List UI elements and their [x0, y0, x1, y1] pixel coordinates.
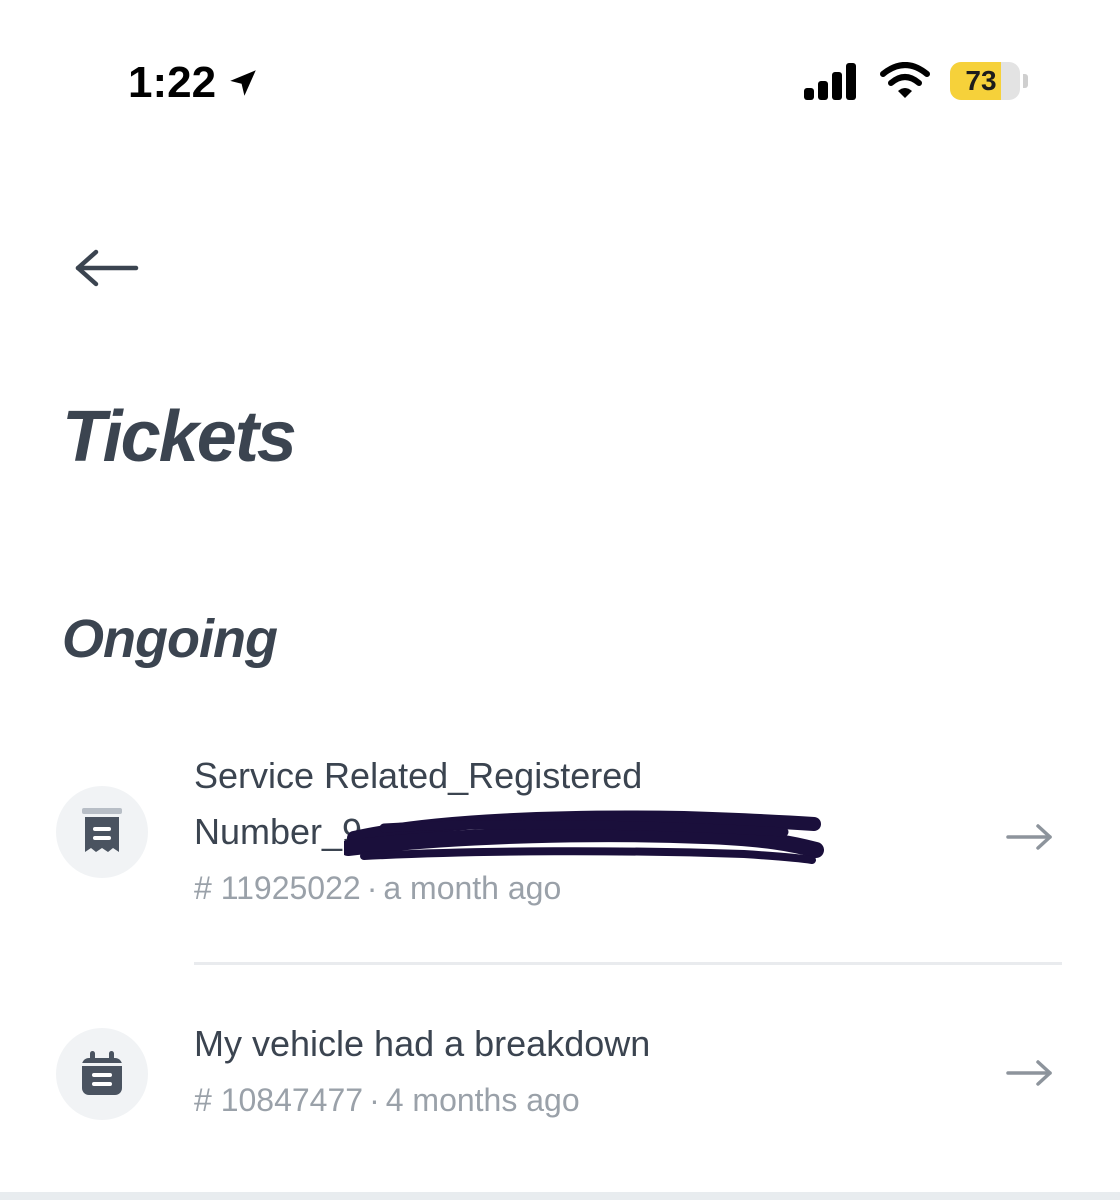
page-title: Tickets [62, 397, 297, 477]
battery-icon: 73 [950, 62, 1020, 100]
list-divider [194, 962, 1062, 965]
arrow-right-icon[interactable] [1004, 822, 1056, 852]
status-bar: 1:22 73 [0, 0, 1120, 150]
ticket-meta: # 10847477 · 4 months ago [194, 1078, 934, 1122]
ticket-title-line1: Service Related_Registered [194, 755, 643, 796]
receipt-icon [82, 808, 122, 852]
redaction-scribble [344, 810, 824, 864]
time-group: 1:22 [128, 58, 260, 108]
ticket-title-line2: Number_9 [194, 811, 363, 852]
meta-separator: · [366, 870, 378, 906]
ticket-text: Service Related_Registered Number_9 # 11… [194, 748, 934, 910]
ticket-title: Service Related_Registered Number_9 [194, 748, 934, 864]
back-arrow-icon[interactable] [70, 240, 146, 296]
battery-level: 73 [965, 65, 997, 96]
ticket-title: My vehicle had a breakdown [194, 1023, 651, 1064]
status-icons: 73 [802, 62, 1028, 100]
ticket-age: a month ago [383, 870, 562, 906]
ticket-row[interactable]: My vehicle had a breakdown # 10847477 · 4 … [0, 1016, 1120, 1136]
cellular-signal-icon [804, 63, 856, 100]
status-time: 1:22 [128, 58, 217, 107]
ticket-meta: # 11925022 · a month ago [194, 866, 934, 910]
battery-tip [1023, 74, 1028, 88]
meta-separator: · [369, 1082, 380, 1118]
ticket-title-line2-wrapper: Number_9 [194, 804, 824, 864]
calendar-icon [82, 1051, 122, 1095]
location-arrow-icon [230, 70, 256, 96]
arrow-right-icon[interactable] [1004, 1058, 1056, 1088]
ticket-number: # 11925022 [194, 870, 361, 906]
ticket-age: 4 months ago [385, 1082, 580, 1118]
bottom-edge [0, 1192, 1120, 1200]
ticket-text: My vehicle had a breakdown # 10847477 · 4 … [194, 1016, 934, 1122]
ticket-number: # 10847477 [194, 1082, 364, 1118]
wifi-icon [880, 62, 930, 98]
ticket-icon-container [56, 786, 148, 878]
ticket-row[interactable]: Service Related_Registered Number_9 # 11… [0, 748, 1120, 918]
ticket-icon-container [56, 1028, 148, 1120]
section-title-ongoing: Ongoing [62, 609, 278, 669]
tickets-screen: 1:22 73 Tickets Ongoing Service Related_… [0, 0, 1120, 1200]
